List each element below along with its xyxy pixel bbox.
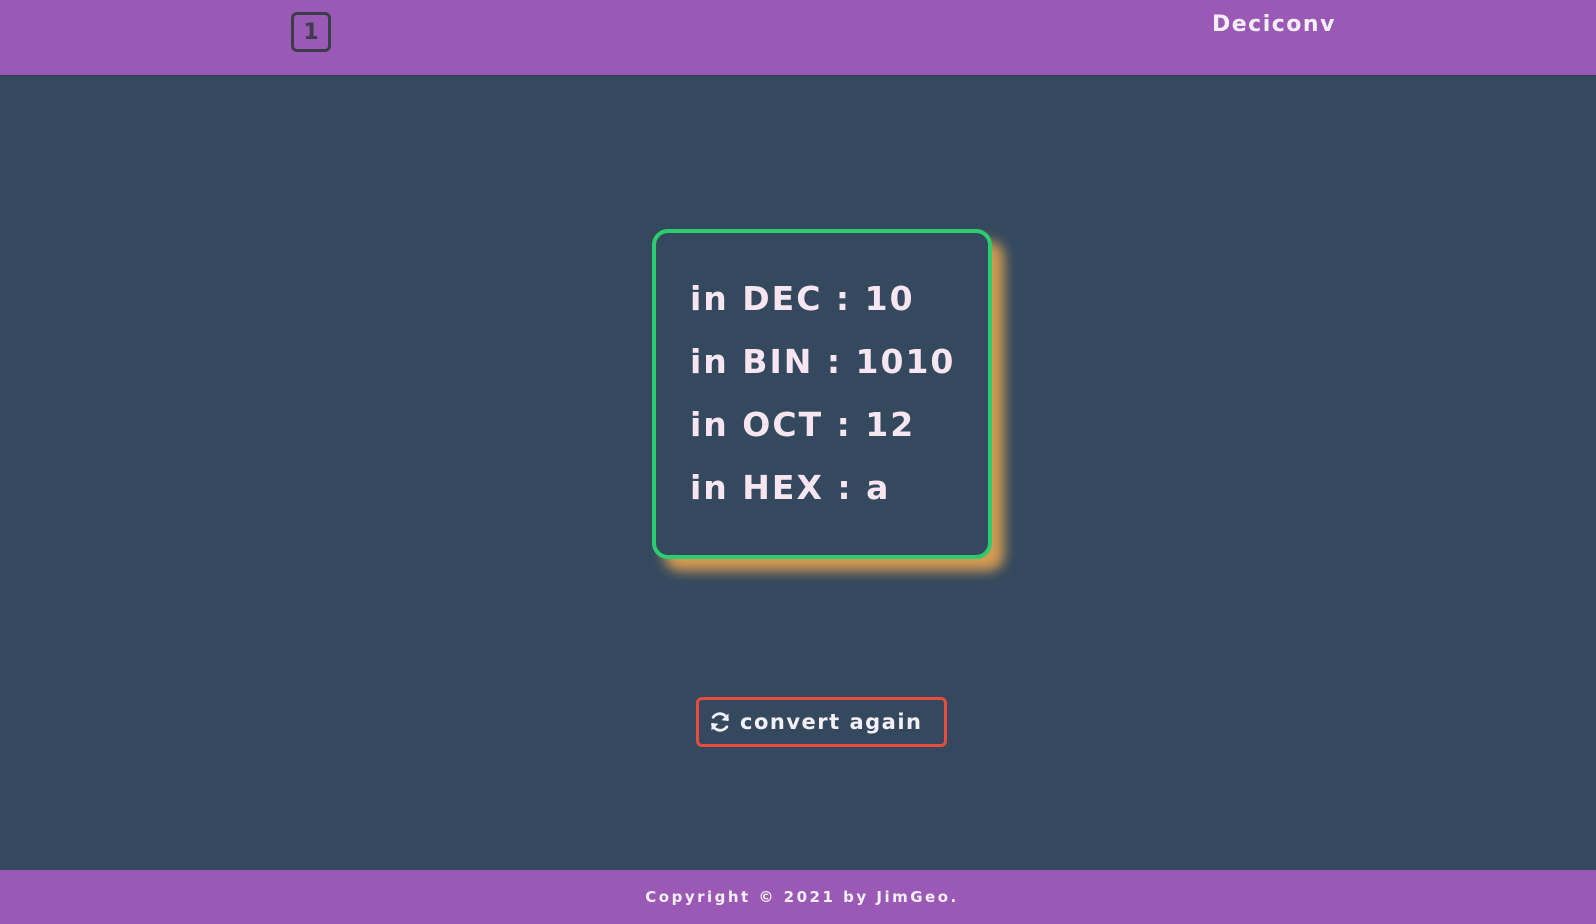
refresh-icon [708, 710, 732, 734]
convert-again-button[interactable]: convert again [696, 697, 947, 747]
brand-title[interactable]: Deciconv [1212, 12, 1336, 37]
result-bin: in BIN : 1010 [690, 342, 956, 381]
copyright-text: Copyright © 2021 by JimGeo. [645, 888, 959, 906]
top-navbar: 1 Deciconv [0, 0, 1596, 76]
result-dec: in DEC : 10 [690, 279, 915, 318]
convert-again-label: convert again [740, 710, 923, 734]
conversion-result-card: in DEC : 10 in BIN : 1010 in OCT : 12 in… [652, 229, 992, 559]
badge-one[interactable]: 1 [291, 12, 331, 52]
result-hex: in HEX : a [690, 468, 891, 507]
footer: Copyright © 2021 by JimGeo. [0, 870, 1596, 924]
result-oct: in OCT : 12 [690, 405, 916, 444]
